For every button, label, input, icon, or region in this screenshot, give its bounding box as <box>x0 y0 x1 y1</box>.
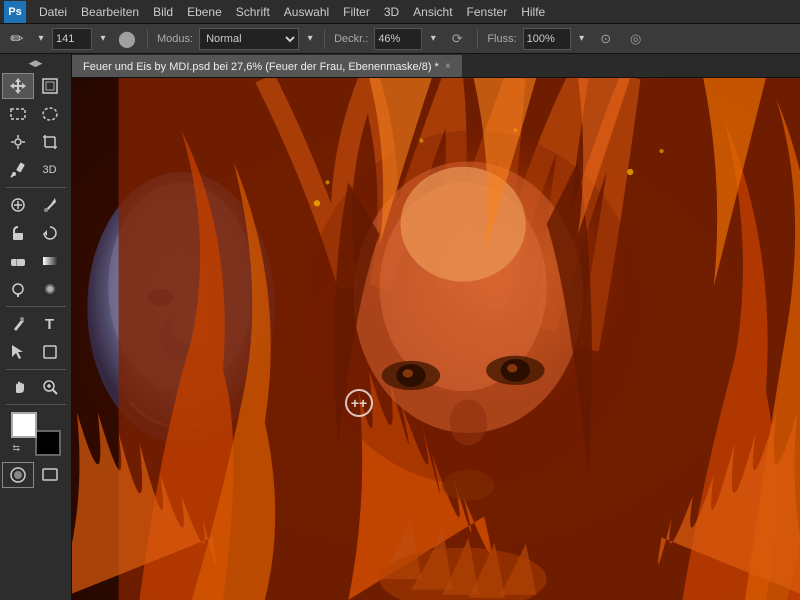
document-tab[interactable]: Feuer und Eis by MDI.psd bei 27,6% (Feue… <box>72 55 462 77</box>
tool-divider-4 <box>6 404 66 405</box>
rect-marquee-tool[interactable] <box>2 101 34 127</box>
tool-row-1 <box>2 73 70 99</box>
modus-dropdown[interactable]: ▾ <box>303 27 317 51</box>
shape-tool[interactable] <box>34 339 66 365</box>
canvas-image <box>72 78 800 600</box>
ps-logo: Ps <box>4 1 26 23</box>
hand-tool[interactable] <box>2 374 34 400</box>
3d-tool[interactable]: 3D <box>34 157 66 183</box>
tool-divider-3 <box>6 369 66 370</box>
menu-hilfe[interactable]: Hilfe <box>514 3 552 21</box>
modus-label: Modus: <box>157 33 193 45</box>
tool-row-10 <box>2 339 70 365</box>
tool-row-5 <box>2 192 70 218</box>
menu-bild[interactable]: Bild <box>146 3 180 21</box>
toolbar-bar: ✏ ▾ 141 ▾ ⬤ Modus: Normal Multiplizieren… <box>0 24 800 54</box>
tool-row-9: T <box>2 311 70 337</box>
tool-divider-1 <box>6 187 66 188</box>
color-swatches: ⇆ <box>11 412 61 456</box>
menu-bar: Ps Datei Bearbeiten Bild Ebene Schrift A… <box>0 0 800 24</box>
canvas-area: Feuer und Eis by MDI.psd bei 27,6% (Feue… <box>72 54 800 600</box>
quick-mask-tool[interactable] <box>2 462 34 488</box>
deckraft-dropdown[interactable]: ▾ <box>426 27 440 51</box>
tool-row-2 <box>2 101 70 127</box>
artboard-tool[interactable] <box>34 73 66 99</box>
separator-1 <box>147 29 148 49</box>
menu-schrift[interactable]: Schrift <box>229 3 277 21</box>
tool-row-extra <box>2 462 70 488</box>
airbrush-btn[interactable]: ⊙ <box>593 27 619 51</box>
blur-tool[interactable] <box>34 276 66 302</box>
tool-divider-2 <box>6 306 66 307</box>
menu-fenster[interactable]: Fenster <box>460 3 515 21</box>
swap-colors-icon[interactable]: ⇆ <box>13 443 21 454</box>
menu-3d[interactable]: 3D <box>377 3 406 21</box>
menu-ansicht[interactable]: Ansicht <box>406 3 459 21</box>
eyedropper-tool[interactable] <box>2 157 34 183</box>
spot-heal-tool[interactable] <box>2 192 34 218</box>
history-brush-tool[interactable] <box>34 220 66 246</box>
tool-row-3 <box>2 129 70 155</box>
move-tool[interactable] <box>2 73 34 99</box>
flow-icon[interactable]: ⟳ <box>444 27 470 51</box>
panel-collapse-btn[interactable]: ◀▶ <box>29 58 43 69</box>
separator-3 <box>477 29 478 49</box>
screen-mode-tool[interactable] <box>34 462 66 488</box>
tablet-pressure-btn[interactable]: ◎ <box>623 27 649 51</box>
zoom-tool[interactable] <box>34 374 66 400</box>
menu-datei[interactable]: Datei <box>32 3 74 21</box>
tool-row-6 <box>2 220 70 246</box>
eraser-tool[interactable] <box>2 248 34 274</box>
image-canvas[interactable]: + <box>72 78 800 600</box>
tab-bar: Feuer und Eis by MDI.psd bei 27,6% (Feue… <box>72 54 800 78</box>
hardness-icon[interactable]: ⬤ <box>114 27 140 51</box>
crop-tool[interactable] <box>34 129 66 155</box>
deckraft-input[interactable]: 46% <box>374 28 422 50</box>
modus-select[interactable]: Normal Multiplizieren Negativ multiplizi… <box>199 28 299 50</box>
tab-close-btn[interactable]: × <box>445 61 451 72</box>
menu-auswahl[interactable]: Auswahl <box>277 3 336 21</box>
tool-row-7 <box>2 248 70 274</box>
dodge-tool[interactable] <box>2 276 34 302</box>
tool-row-4: 3D <box>2 157 70 183</box>
fluss-dropdown[interactable]: ▾ <box>575 27 589 51</box>
deckraft-label: Deckr.: <box>334 33 368 45</box>
menu-filter[interactable]: Filter <box>336 3 377 21</box>
brush-preset-btn[interactable]: ▾ <box>34 27 48 51</box>
brush-size-dropdown[interactable]: ▾ <box>96 27 110 51</box>
tool-row-11 <box>2 374 70 400</box>
lasso-tool[interactable] <box>34 101 66 127</box>
separator-2 <box>324 29 325 49</box>
brush-size-input[interactable]: 141 <box>52 28 92 50</box>
main-area: ◀▶ <box>0 54 800 600</box>
fluss-input[interactable]: 100% <box>523 28 571 50</box>
fg-color-swatch[interactable] <box>11 412 37 438</box>
gradient-tool[interactable] <box>34 248 66 274</box>
magic-wand-tool[interactable] <box>2 129 34 155</box>
tool-row-8 <box>2 276 70 302</box>
type-tool[interactable]: T <box>34 311 66 337</box>
fluss-label: Fluss: <box>487 33 516 45</box>
menu-bearbeiten[interactable]: Bearbeiten <box>74 3 146 21</box>
pen-tool[interactable] <box>2 311 34 337</box>
clone-stamp-tool[interactable] <box>2 220 34 246</box>
brush-tool-btn[interactable]: ✏ <box>4 27 30 51</box>
tab-title: Feuer und Eis by MDI.psd bei 27,6% (Feue… <box>83 61 439 73</box>
tool-panel: ◀▶ <box>0 54 72 600</box>
menu-ebene[interactable]: Ebene <box>180 3 229 21</box>
path-select-tool[interactable] <box>2 339 34 365</box>
bg-color-swatch[interactable] <box>35 430 61 456</box>
brush-tool-side[interactable] <box>34 192 66 218</box>
